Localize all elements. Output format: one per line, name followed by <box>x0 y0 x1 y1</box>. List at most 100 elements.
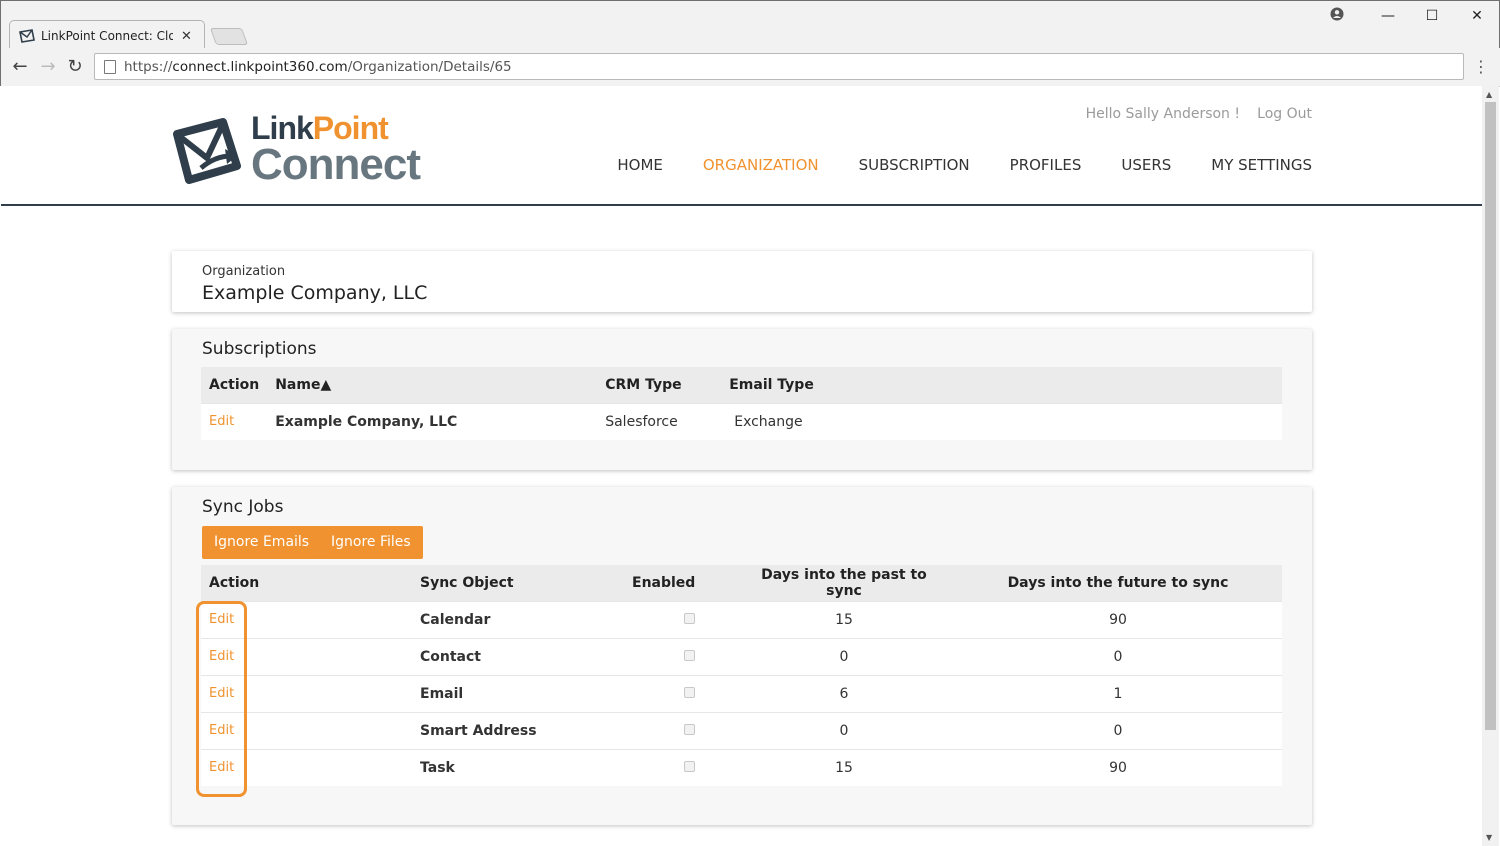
forward-arrow-icon[interactable]: → <box>37 56 59 78</box>
minimize-icon[interactable]: — <box>1378 7 1398 25</box>
table-row: Edit Email 6 1 <box>201 674 1282 712</box>
sync-jobs-title: Sync Jobs <box>202 497 284 517</box>
enabled-checkbox[interactable] <box>684 612 695 624</box>
column-header-sync-object: Sync Object <box>420 574 514 591</box>
url-path: /Organization/Details/65 <box>347 58 512 75</box>
table-row: Edit Task 15 90 <box>201 748 1282 786</box>
subscription-name: Example Company, LLC <box>267 402 598 440</box>
days-future-value: 1 <box>954 674 1282 712</box>
column-header-email-type: Email Type <box>729 376 814 393</box>
column-header-action: Action <box>209 574 260 591</box>
sync-object-name: Calendar <box>412 600 624 638</box>
column-header-crm-type: CRM Type <box>605 376 682 393</box>
tab-close-icon[interactable]: ✕ <box>181 29 192 44</box>
ignore-emails-button[interactable]: Ignore Emails <box>202 526 322 559</box>
column-header-name[interactable]: Name▲ <box>267 367 597 403</box>
profile-icon[interactable] <box>1327 7 1347 25</box>
tab-title: LinkPoint Connect: Cloud <box>41 29 173 43</box>
maximize-icon[interactable]: ☐ <box>1422 7 1442 25</box>
edit-sync-job-link[interactable]: Edit <box>201 711 412 749</box>
table-row: Edit Smart Address 0 0 <box>201 711 1282 749</box>
sync-jobs-panel: Sync Jobs Ignore Emails Ignore Files Act… <box>172 487 1312 825</box>
enabled-cell <box>624 637 734 675</box>
browser-tab-content[interactable]: LinkPoint Connect: Cloud ✕ <box>19 25 197 47</box>
days-past-value: 0 <box>734 637 954 675</box>
enabled-cell <box>624 600 734 638</box>
nav-my-settings[interactable]: MY SETTINGS <box>1211 156 1312 174</box>
envelope-logo-icon <box>173 118 241 184</box>
days-past-value: 6 <box>734 674 954 712</box>
back-arrow-icon[interactable]: ← <box>9 56 31 78</box>
scrollbar-thumb[interactable] <box>1485 102 1496 730</box>
main-nav: HOME ORGANIZATION SUBSCRIPTION PROFILES … <box>617 156 1312 174</box>
enabled-cell <box>624 748 734 786</box>
subscriptions-title: Subscriptions <box>202 339 317 359</box>
new-tab-button[interactable] <box>209 28 249 45</box>
scroll-down-icon[interactable]: ▼ <box>1486 833 1492 842</box>
enabled-checkbox[interactable] <box>684 649 695 661</box>
nav-organization[interactable]: ORGANIZATION <box>703 156 819 174</box>
organization-label: Organization <box>202 264 286 279</box>
subscriptions-table: Action Name▲ CRM Type Email Type Edit Ex… <box>201 367 1282 440</box>
sync-object-name: Contact <box>412 637 624 675</box>
sync-object-name: Task <box>412 748 624 786</box>
days-past-value: 15 <box>734 748 954 786</box>
site-header: LinkPoint Connect Hello Sally Anderson !… <box>1 86 1482 206</box>
enabled-checkbox[interactable] <box>684 723 695 735</box>
linkpoint-logo[interactable]: LinkPoint Connect <box>171 110 431 190</box>
edit-sync-job-link[interactable]: Edit <box>201 637 412 675</box>
organization-panel: Organization Example Company, LLC <box>172 251 1312 312</box>
enabled-cell <box>624 674 734 712</box>
subscriptions-panel: Subscriptions Action Name▲ CRM Type Emai… <box>172 329 1312 470</box>
table-row: Edit Example Company, LLC Salesforce Exc… <box>201 402 1282 440</box>
browser-toolbar: ← → ↻ https://connect.linkpoint360.com/O… <box>1 48 1500 87</box>
email-type: Exchange <box>721 402 1282 440</box>
column-header-days-future: Days into the future to sync <box>1007 574 1229 591</box>
column-header-action: Action <box>209 376 260 393</box>
page-scrollbar[interactable]: ▲ ▼ <box>1482 86 1499 846</box>
days-past-value: 15 <box>734 600 954 638</box>
reload-icon[interactable]: ↻ <box>64 56 86 78</box>
logout-link[interactable]: Log Out <box>1257 106 1312 122</box>
envelope-favicon-icon <box>19 29 35 43</box>
edit-sync-job-link[interactable]: Edit <box>201 600 412 638</box>
browser-menu-icon[interactable]: ⋮ <box>1473 57 1489 76</box>
days-future-value: 0 <box>954 637 1282 675</box>
nav-home[interactable]: HOME <box>617 156 663 174</box>
organization-name: Example Company, LLC <box>202 282 428 304</box>
days-future-value: 0 <box>954 711 1282 749</box>
nav-profiles[interactable]: PROFILES <box>1010 156 1082 174</box>
column-header-days-past: Days into the past to sync <box>761 566 927 599</box>
sync-jobs-table: Action Sync Object Enabled Days into the… <box>201 565 1282 786</box>
edit-sync-job-link[interactable]: Edit <box>201 748 412 786</box>
close-window-icon[interactable]: ✕ <box>1467 7 1487 25</box>
table-row: Edit Calendar 15 90 <box>201 600 1282 638</box>
ignore-files-button[interactable]: Ignore Files <box>319 526 423 559</box>
nav-users[interactable]: USERS <box>1121 156 1171 174</box>
browser-chrome: LinkPoint Connect: Cloud ✕ — ☐ ✕ ← → ↻ h… <box>0 0 1500 87</box>
address-bar[interactable]: https://connect.linkpoint360.com/Organiz… <box>94 53 1464 80</box>
table-row: Edit Contact 0 0 <box>201 637 1282 675</box>
logo-connect-text: Connect <box>251 140 421 189</box>
edit-sync-job-link[interactable]: Edit <box>201 674 412 712</box>
enabled-checkbox[interactable] <box>684 760 695 772</box>
enabled-cell <box>624 711 734 749</box>
days-future-value: 90 <box>954 748 1282 786</box>
nav-subscription[interactable]: SUBSCRIPTION <box>859 156 970 174</box>
column-header-enabled: Enabled <box>632 574 696 591</box>
enabled-checkbox[interactable] <box>684 686 695 698</box>
scroll-up-icon[interactable]: ▲ <box>1486 90 1492 99</box>
table-header-row: Action Name▲ CRM Type Email Type <box>201 367 1282 403</box>
table-header-row: Action Sync Object Enabled Days into the… <box>201 565 1282 601</box>
url-host: connect.linkpoint360.com <box>172 58 348 75</box>
edit-subscription-link[interactable]: Edit <box>201 402 268 440</box>
user-greeting: Hello Sally Anderson ! <box>1085 106 1240 122</box>
days-future-value: 90 <box>954 600 1282 638</box>
sync-object-name: Smart Address <box>412 711 624 749</box>
url-scheme: https:// <box>124 58 173 75</box>
crm-type: Salesforce <box>597 402 722 440</box>
page-content: LinkPoint Connect Hello Sally Anderson !… <box>1 86 1482 846</box>
page-info-icon[interactable] <box>104 59 116 74</box>
sync-object-name: Email <box>412 674 624 712</box>
days-past-value: 0 <box>734 711 954 749</box>
